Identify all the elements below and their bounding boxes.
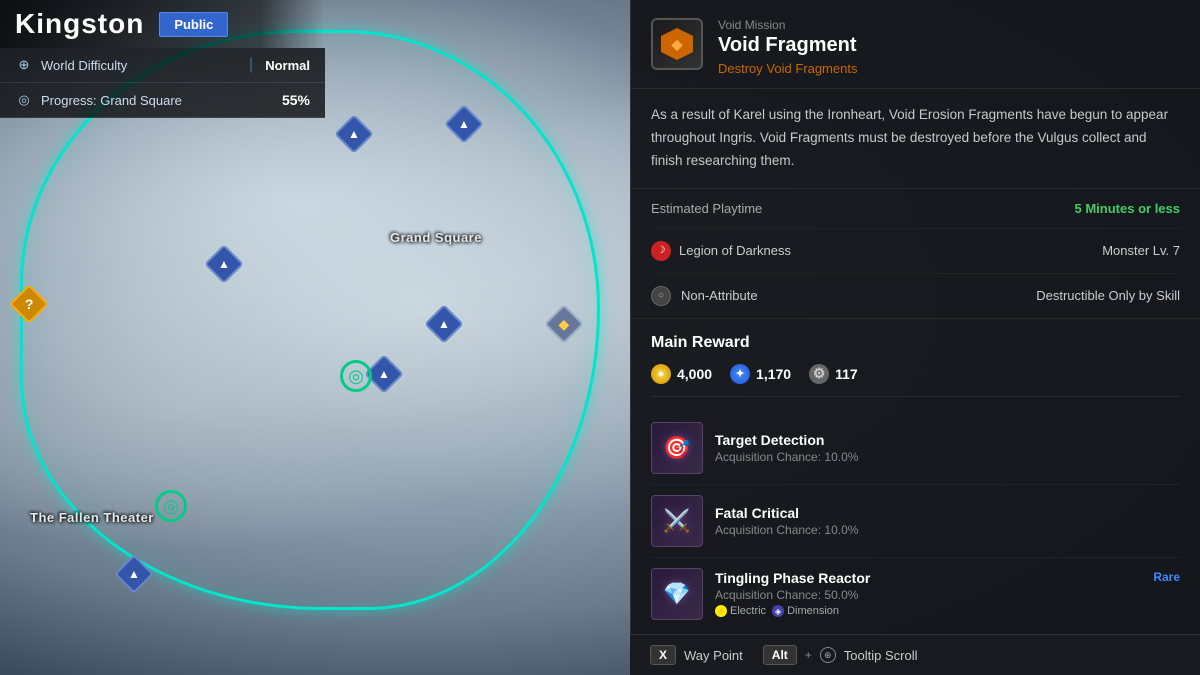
reward-chance-0: Acquisition Chance: 10.0% (715, 450, 1180, 464)
reward-name-1: Fatal Critical (715, 505, 1180, 521)
mission-title-block: Void Mission Void Fragment Destroy Void … (718, 18, 1180, 76)
visibility-badge[interactable]: Public (159, 12, 228, 37)
ui-top-left: Kingston Public ⊕ World Difficulty | Nor… (0, 0, 325, 118)
attribute-desc: Destructible Only by Skill (1036, 288, 1180, 303)
reward-info-1: Fatal Critical Acquisition Chance: 10.0% (715, 505, 1180, 537)
reward-item: 🎯 Target Detection Acquisition Chance: 1… (651, 412, 1180, 485)
mission-header: ◆ Void Mission Void Fragment Destroy Voi… (631, 0, 1200, 89)
reward-icon-inner-0: 🎯 (663, 435, 690, 461)
location-name: Kingston (15, 8, 144, 40)
attribute-info: ○ Non-Attribute (651, 286, 758, 306)
gold-icon: ● (651, 364, 671, 384)
map-marker-circle-1[interactable] (340, 360, 372, 392)
mission-type: Void Mission (718, 18, 1180, 32)
faction-level: Monster Lv. 7 (1102, 243, 1180, 258)
gear-item: ⚙ 117 (809, 364, 858, 384)
world-icon: ⊕ (15, 56, 33, 74)
gear-value: 117 (835, 366, 858, 382)
attribute-row: ○ Non-Attribute Destructible Only by Ski… (651, 274, 1180, 318)
playtime-row: Estimated Playtime 5 Minutes or less (651, 189, 1180, 229)
blue-currency-item: ✦ 1,170 (730, 364, 791, 384)
attribute-icon: ○ (651, 286, 671, 306)
blue-icon: ✦ (730, 364, 750, 384)
map-marker-circle-2[interactable] (155, 490, 187, 522)
faction-icon: ☽ (651, 241, 671, 261)
grand-square-label: Grand Square (390, 230, 482, 245)
reward-info-2: Tingling Phase Reactor Acquisition Chanc… (715, 570, 1141, 617)
waypoint-hotkey: X Way Point (650, 645, 743, 665)
progress-icon: ◎ (15, 91, 33, 109)
progress-label: Progress: Grand Square (41, 93, 274, 108)
reward-icon-inner-1: ⚔️ (663, 508, 690, 534)
waypoint-label: Way Point (684, 648, 743, 663)
reward-chance-2: Acquisition Chance: 50.0% (715, 588, 1141, 602)
gear-icon: ⚙ (809, 364, 829, 384)
reward-icon-inner-2: 💎 (663, 581, 690, 607)
stats-panel: ⊕ World Difficulty | Normal ◎ Progress: … (0, 48, 325, 118)
faction-info: ☽ Legion of Darkness (651, 241, 791, 261)
attribute-name: Non-Attribute (681, 288, 758, 303)
mission-stats: Estimated Playtime 5 Minutes or less ☽ L… (631, 189, 1200, 319)
reward-icon-0: 🎯 (651, 422, 703, 474)
tooltip-scroll-hotkey: Alt + ⊕ Tooltip Scroll (763, 645, 918, 665)
reward-items-container: 🎯 Target Detection Acquisition Chance: 1… (651, 412, 1180, 630)
reward-chance-1: Acquisition Chance: 10.0% (715, 523, 1180, 537)
location-title-bar: Kingston Public (0, 0, 325, 48)
gold-value: 4,000 (677, 366, 712, 382)
faction-row: ☽ Legion of Darkness Monster Lv. 7 (651, 229, 1180, 274)
mission-subtitle: Destroy Void Fragments (718, 61, 1180, 76)
stat-divider-1: | (249, 56, 253, 74)
rewards-title: Main Reward (651, 334, 1180, 352)
reward-icon-2: 💎 (651, 568, 703, 620)
playtime-label: Estimated Playtime (651, 201, 762, 216)
rewards-section: Main Reward ● 4,000 ✦ 1,170 ⚙ 117 🎯 Targ… (631, 319, 1200, 645)
reward-name-0: Target Detection (715, 432, 1180, 448)
tooltip-scroll-label: Tooltip Scroll (844, 648, 918, 663)
world-difficulty-label: World Difficulty (41, 58, 237, 73)
world-difficulty-value: Normal (265, 58, 310, 73)
plus-sign: + (805, 648, 812, 662)
mission-description: As a result of Karel using the Ironheart… (631, 89, 1200, 189)
playtime-value: 5 Minutes or less (1075, 201, 1180, 216)
mission-icon-shape: ◆ (661, 28, 693, 60)
mission-icon: ◆ (651, 18, 703, 70)
reward-info-0: Target Detection Acquisition Chance: 10.… (715, 432, 1180, 464)
reward-rarity: Rare (1153, 568, 1180, 584)
mission-panel: ◆ Void Mission Void Fragment Destroy Voi… (630, 0, 1200, 675)
progress-value: 55% (282, 92, 310, 108)
reward-name-2: Tingling Phase Reactor (715, 570, 1141, 586)
waypoint-key[interactable]: X (650, 645, 676, 665)
faction-name: Legion of Darkness (679, 243, 791, 258)
reward-item: 💎 Tingling Phase Reactor Acquisition Cha… (651, 558, 1180, 630)
reward-icon-1: ⚔️ (651, 495, 703, 547)
gold-item: ● 4,000 (651, 364, 712, 384)
mission-name: Void Fragment (718, 34, 1180, 57)
reward-item: ⚔️ Fatal Critical Acquisition Chance: 10… (651, 485, 1180, 558)
bottom-hotkey-bar: X Way Point Alt + ⊕ Tooltip Scroll (630, 634, 1200, 675)
currency-row: ● 4,000 ✦ 1,170 ⚙ 117 (651, 364, 1180, 397)
alt-key[interactable]: Alt (763, 645, 797, 665)
scroll-icon: ⊕ (820, 647, 836, 663)
world-difficulty-row: ⊕ World Difficulty | Normal (0, 48, 325, 83)
fallen-theater-label: The Fallen Theater (30, 510, 154, 525)
blue-value: 1,170 (756, 366, 791, 382)
progress-row: ◎ Progress: Grand Square 55% (0, 83, 325, 118)
